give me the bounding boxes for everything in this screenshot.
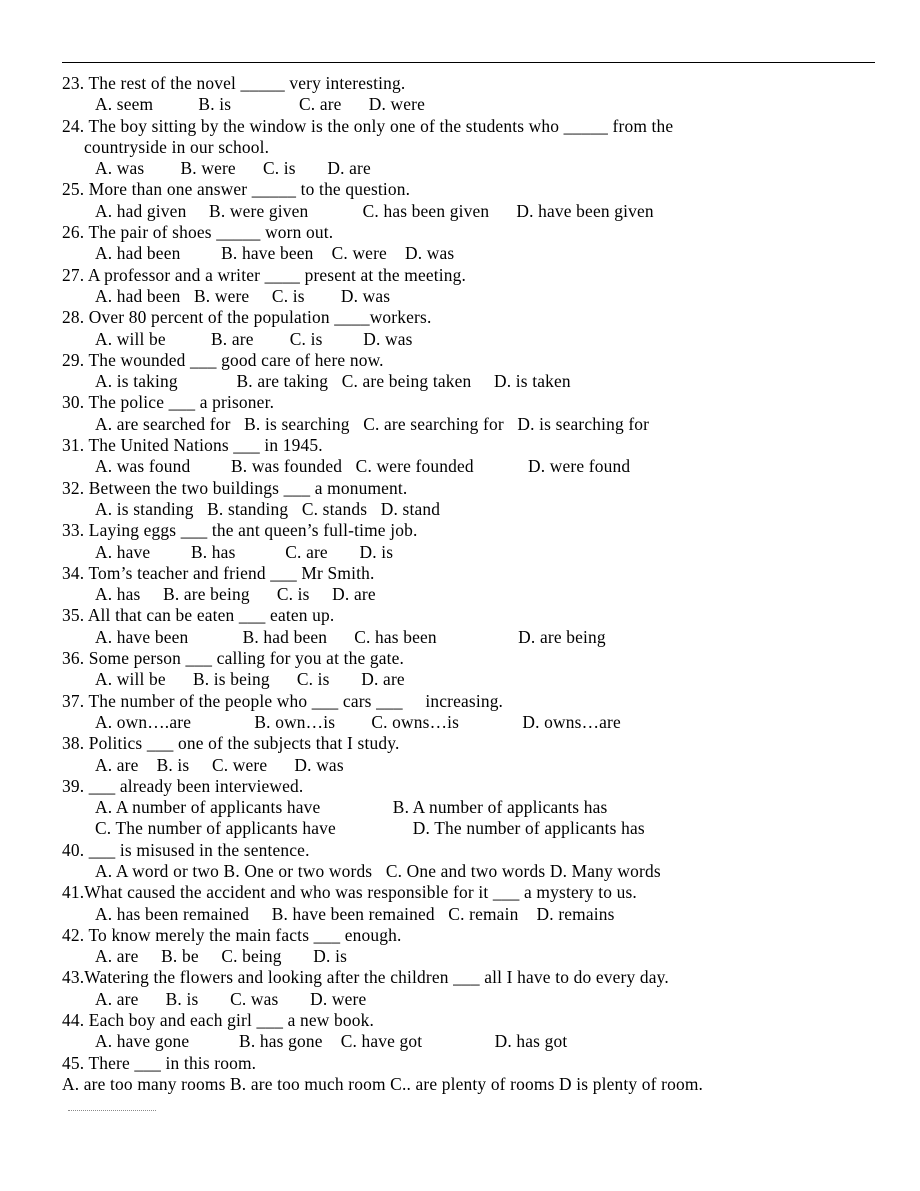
question-options[interactable]: A. will be B. are C. is D. was — [62, 329, 876, 350]
question-options[interactable]: A. are too many rooms B. are too much ro… — [62, 1074, 876, 1095]
question-options[interactable]: A. had been B. have been C. were D. was — [62, 243, 876, 264]
question-block: 44. Each boy and each girl ___ a new boo… — [62, 1010, 876, 1053]
question-stem: 40. ___ is misused in the sentence. — [62, 839, 310, 860]
document-page: 23. The rest of the novel _____ very int… — [0, 0, 920, 1191]
question-stem: 39. ___ already been interviewed. — [62, 775, 304, 796]
question-block: 25. More than one answer _____ to the qu… — [62, 179, 876, 222]
question-options[interactable]: A. had been B. were C. is D. was — [62, 286, 876, 307]
question-options[interactable]: A. are B. is C. were D. was — [62, 755, 876, 776]
question-stem-continuation: countryside in our school. — [84, 136, 270, 157]
question-options[interactable]: A. has B. are being C. is D. are — [62, 584, 876, 605]
question-options[interactable]: A. will be B. is being C. is D. are — [62, 669, 876, 690]
question-options[interactable]: A. have B. has C. are D. is — [62, 542, 876, 563]
question-stem: 43.Watering the flowers and looking afte… — [62, 967, 669, 988]
question-stem: 25. More than one answer _____ to the qu… — [62, 179, 411, 200]
question-options[interactable]: A. A number of applicants have B. A numb… — [62, 797, 876, 818]
question-block: 37. The number of the people who ___ car… — [62, 691, 876, 734]
question-block: 30. The police ___ a prisoner. A. are se… — [62, 392, 876, 435]
question-stem: 27. A professor and a writer ____ presen… — [62, 264, 466, 285]
question-stem: 23. The rest of the novel _____ very int… — [62, 73, 406, 93]
question-stem: 37. The number of the people who ___ car… — [62, 690, 504, 711]
question-block: 45. There ___ in this room. A. are too m… — [62, 1053, 876, 1096]
question-options[interactable]: A. has been remained B. have been remain… — [62, 904, 876, 925]
question-block: 38. Politics ___ one of the subjects tha… — [62, 733, 876, 776]
question-options[interactable]: A. seem B. is C. are D. were — [62, 94, 876, 115]
question-options[interactable]: A. are searched for B. is searching C. a… — [62, 414, 876, 435]
question-block: 42. To know merely the main facts ___ en… — [62, 925, 876, 968]
question-block: 26. The pair of shoes _____ worn out. A.… — [62, 222, 876, 265]
question-block: 41.What caused the accident and who was … — [62, 882, 876, 925]
question-options[interactable]: A. A word or two B. One or two words C. … — [62, 861, 876, 882]
question-stem: 41.What caused the accident and who was … — [62, 882, 637, 903]
question-options[interactable]: A. have been B. had been C. has been D. … — [62, 627, 876, 648]
question-options[interactable]: A. had given B. were given C. has been g… — [62, 201, 876, 222]
question-stem: 33. Laying eggs ___ the ant queen’s full… — [62, 520, 418, 541]
question-block: 23. The rest of the novel _____ very int… — [62, 73, 876, 116]
question-stem: 31. The United Nations ___ in 1945. — [62, 435, 323, 456]
question-stem: 24. The boy sitting by the window is the… — [62, 115, 674, 136]
question-stem: 28. Over 80 percent of the population __… — [62, 307, 432, 328]
question-stem: 45. There ___ in this room. — [62, 1052, 257, 1073]
question-options[interactable]: A. own….are B. own…is C. owns…is D. owns… — [62, 712, 876, 733]
question-stem: 38. Politics ___ one of the subjects tha… — [62, 733, 400, 754]
question-stem: 35. All that can be eaten ___ eaten up. — [62, 605, 335, 626]
question-options[interactable]: A. are B. be C. being D. is — [62, 946, 876, 967]
header-rule — [62, 62, 875, 63]
question-block: 24. The boy sitting by the window is the… — [62, 116, 876, 180]
question-block: 29. The wounded ___ good care of here no… — [62, 350, 876, 393]
question-options[interactable]: C. The number of applicants have D. The … — [62, 818, 876, 839]
question-stem: 44. Each boy and each girl ___ a new boo… — [62, 1010, 375, 1031]
question-options[interactable]: A. was found B. was founded C. were foun… — [62, 456, 876, 477]
question-stem: 32. Between the two buildings ___ a monu… — [62, 477, 408, 498]
question-block: 43.Watering the flowers and looking afte… — [62, 967, 876, 1010]
question-options[interactable]: A. are B. is C. was D. were — [62, 989, 876, 1010]
question-options[interactable]: A. is standing B. standing C. stands D. … — [62, 499, 876, 520]
question-options[interactable]: A. is taking B. are taking C. are being … — [62, 371, 876, 392]
question-block: 34. Tom’s teacher and friend ___ Mr Smit… — [62, 563, 876, 606]
question-block: 32. Between the two buildings ___ a monu… — [62, 478, 876, 521]
footnote-separator-rule — [68, 1110, 156, 1111]
question-options[interactable]: A. was B. were C. is D. are — [62, 158, 876, 179]
question-stem: 30. The police ___ a prisoner. — [62, 392, 275, 413]
document-body: 23. The rest of the novel _____ very int… — [62, 62, 876, 1095]
question-block: 35. All that can be eaten ___ eaten up. … — [62, 605, 876, 648]
question-block: 40. ___ is misused in the sentence. A. A… — [62, 840, 876, 883]
question-block: 33. Laying eggs ___ the ant queen’s full… — [62, 520, 876, 563]
question-block: 31. The United Nations ___ in 1945. A. w… — [62, 435, 876, 478]
question-block: 36. Some person ___ calling for you at t… — [62, 648, 876, 691]
question-stem: 29. The wounded ___ good care of here no… — [62, 349, 384, 370]
question-options[interactable]: A. have gone B. has gone C. have got D. … — [62, 1031, 876, 1052]
question-block: 27. A professor and a writer ____ presen… — [62, 265, 876, 308]
question-block: 28. Over 80 percent of the population __… — [62, 307, 876, 350]
question-stem: 34. Tom’s teacher and friend ___ Mr Smit… — [62, 562, 375, 583]
question-stem: 36. Some person ___ calling for you at t… — [62, 648, 405, 669]
question-block: 39. ___ already been interviewed. A. A n… — [62, 776, 876, 840]
question-stem: 42. To know merely the main facts ___ en… — [62, 924, 402, 945]
question-stem: 26. The pair of shoes _____ worn out. — [62, 222, 334, 243]
